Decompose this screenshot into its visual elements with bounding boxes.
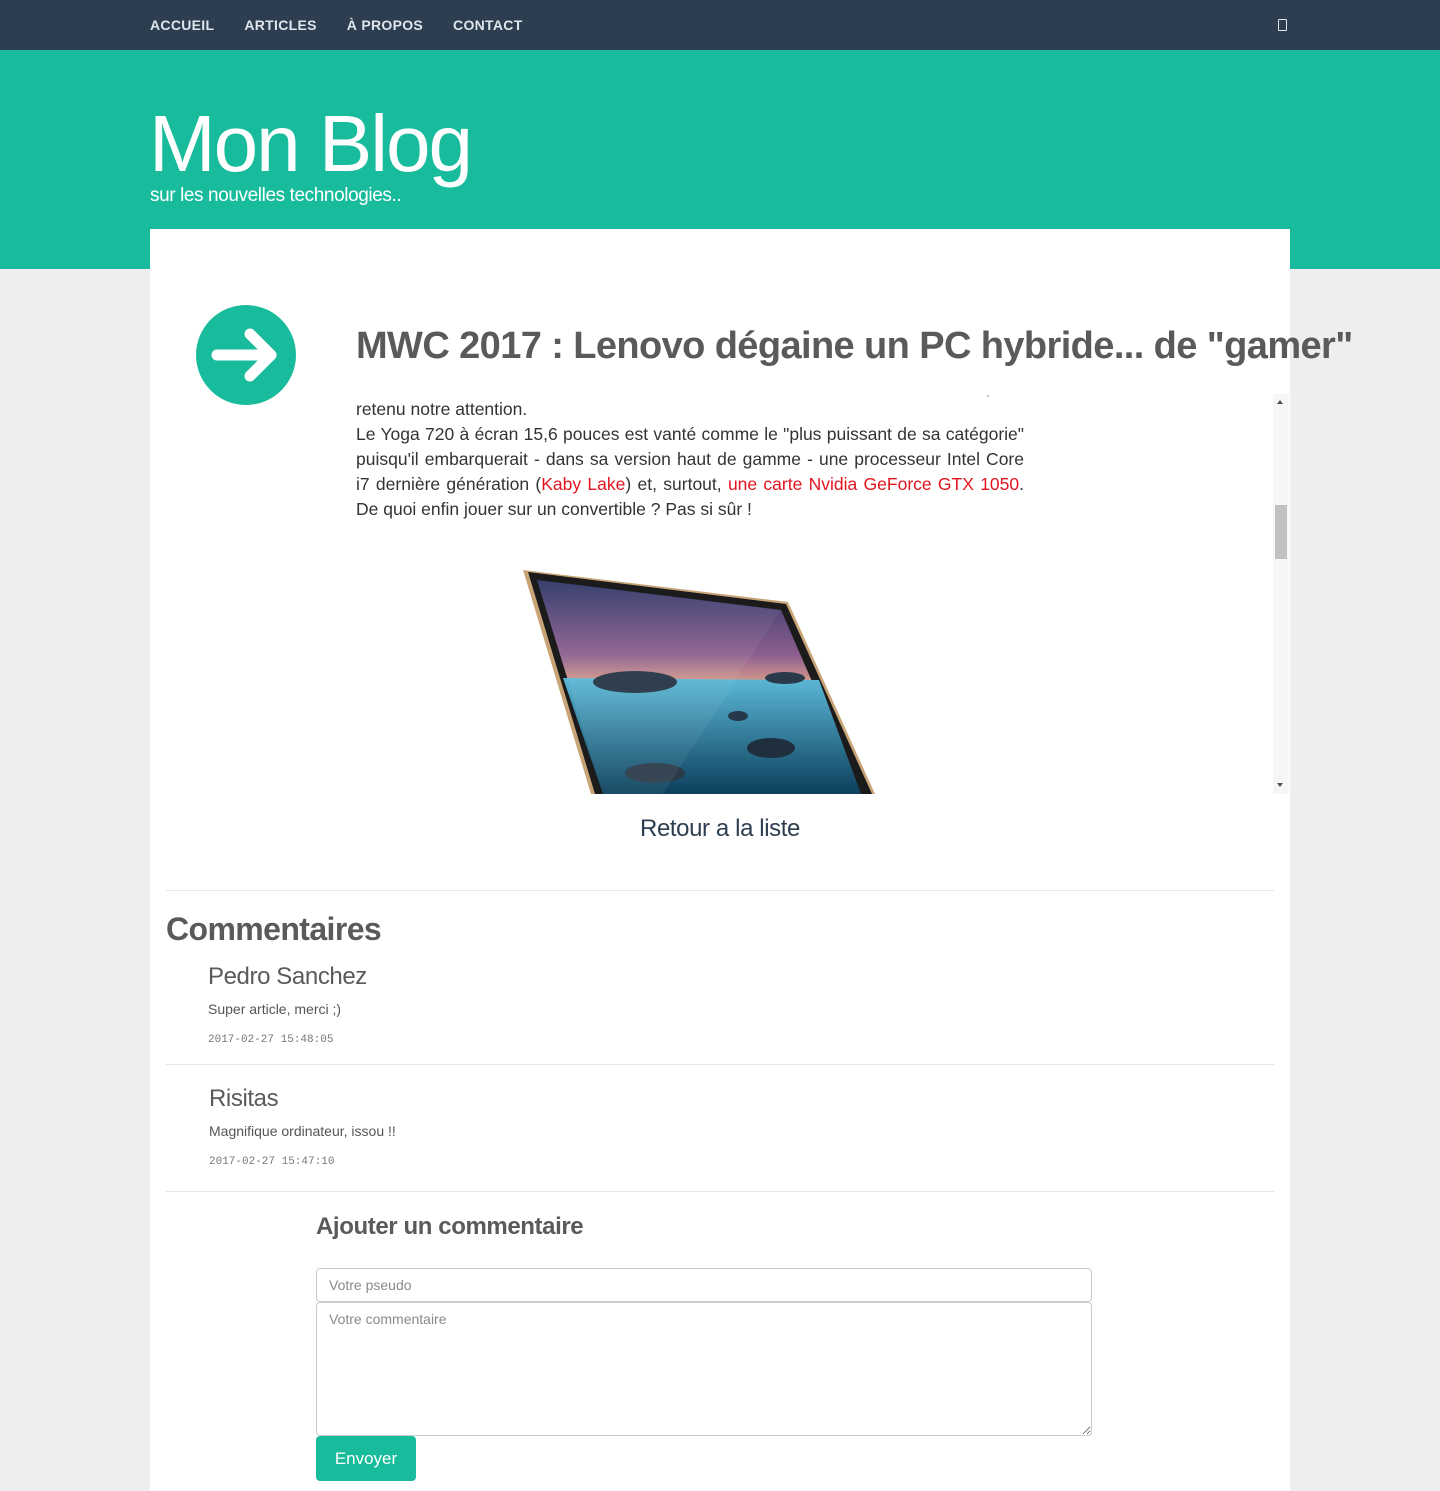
article-content-frame[interactable]: · retenu notre attention. Le Yoga 720 à … <box>356 394 1290 794</box>
comments-heading: Commentaires <box>166 911 382 947</box>
article-paragraph-2b: ) et, surtout, <box>625 474 728 494</box>
divider <box>166 1064 1274 1065</box>
scrollbar-thumb[interactable] <box>1275 505 1287 559</box>
nav-menu: ACCUEIL ARTICLES À PROPOS CONTACT <box>150 0 553 50</box>
top-navbar: ACCUEIL ARTICLES À PROPOS CONTACT <box>0 0 1440 50</box>
site-subtitle: sur les nouvelles technologies.. <box>150 185 402 206</box>
add-comment-heading: Ajouter un commentaire <box>316 1213 584 1240</box>
article-paragraph-1: retenu notre attention. <box>356 399 528 419</box>
comment-textarea[interactable] <box>316 1302 1092 1436</box>
comment-date: 2017-02-27 15:48:05 <box>208 1034 334 1046</box>
divider <box>166 890 1274 891</box>
submit-comment-button[interactable]: Envoyer <box>316 1436 416 1481</box>
back-to-list-link[interactable]: Retour a la liste <box>0 813 1440 845</box>
nav-link-articles[interactable]: ARTICLES <box>244 17 316 33</box>
divider <box>166 1191 1274 1192</box>
comment-text: Super article, merci ;) <box>208 1001 342 1017</box>
arrow-right-icon <box>196 305 296 405</box>
nav-link-a-propos[interactable]: À PROPOS <box>347 17 423 33</box>
comment-author: Risitas <box>209 1085 279 1112</box>
link-nvidia-gtx-1050[interactable]: une carte Nvidia GeForce GTX 1050 <box>728 474 1019 494</box>
link-kaby-lake[interactable]: Kaby Lake <box>541 474 625 494</box>
comment-date: 2017-02-27 15:47:10 <box>209 1156 335 1168</box>
search-icon[interactable] <box>1278 19 1287 31</box>
scroll-down-arrow-icon[interactable] <box>1277 783 1283 787</box>
site-title[interactable]: Mon Blog <box>149 96 473 192</box>
laptop-image <box>523 570 875 794</box>
comment-text: Magnifique ordinateur, issou !! <box>209 1123 396 1139</box>
comment-author: Pedro Sanchez <box>208 963 367 990</box>
pseudo-input[interactable] <box>316 1268 1092 1302</box>
article-text: retenu notre attention. Le Yoga 720 à éc… <box>356 397 1024 522</box>
content-scrollbar[interactable] <box>1273 394 1289 794</box>
post-title: MWC 2017 : Lenovo dégaine un PC hybride.… <box>356 325 1353 367</box>
nav-link-accueil[interactable]: ACCUEIL <box>150 17 214 33</box>
nav-link-contact[interactable]: CONTACT <box>453 17 523 33</box>
scroll-up-arrow-icon[interactable] <box>1277 400 1283 404</box>
